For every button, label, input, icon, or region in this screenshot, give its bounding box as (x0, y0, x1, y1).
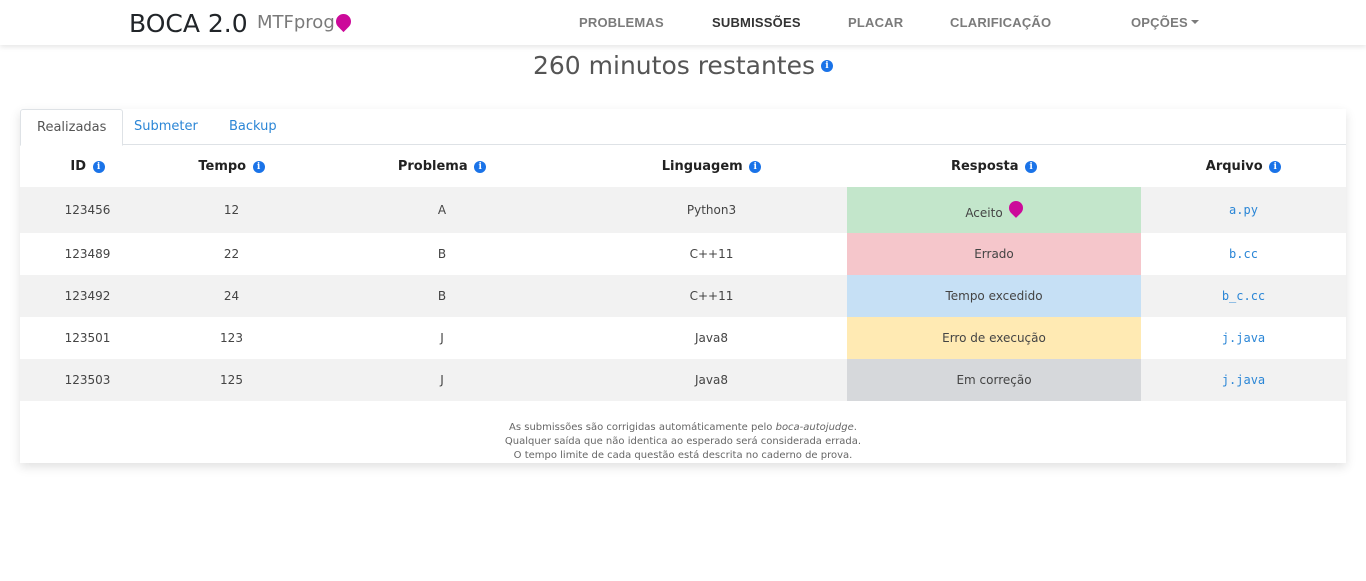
cell-linguagem: Java8 (576, 317, 847, 359)
cell-tempo: 22 (155, 233, 308, 275)
cell-resposta: Em correção (847, 359, 1141, 401)
nav-clarificacao[interactable]: CLARIFICAÇÃO (950, 15, 1051, 30)
navbar: BOCA 2.0 MTFprog PROBLEMAS SUBMISSÕES PL… (0, 0, 1366, 45)
info-icon[interactable]: i (92, 160, 105, 173)
nav-problemas[interactable]: PROBLEMAS (579, 15, 664, 30)
nav-placar[interactable]: PLACAR (848, 15, 903, 30)
table-row[interactable]: 123492 24 B C++11 Tempo excedido b_c.cc (20, 275, 1346, 317)
footer-line-1: As submissões são corrigidas automáticam… (509, 422, 857, 433)
contest-name: MTFprog (257, 10, 355, 33)
cell-problema: B (308, 275, 576, 317)
cell-problema: A (308, 187, 576, 233)
cell-problema: J (308, 317, 576, 359)
header-tempo[interactable]: Tempo i (155, 145, 308, 187)
header-id[interactable]: ID i (20, 145, 155, 187)
header-problema[interactable]: Problema i (308, 145, 576, 187)
submissions-card: Realizadas Submeter Backup ID i Tempo i … (20, 109, 1346, 463)
nav-submissoes[interactable]: SUBMISSÕES (712, 15, 801, 30)
tab-bar: Realizadas Submeter Backup (20, 109, 1346, 146)
cell-linguagem: C++11 (576, 233, 847, 275)
cell-linguagem: Java8 (576, 359, 847, 401)
cell-tempo: 123 (155, 317, 308, 359)
info-icon[interactable]: i (252, 160, 265, 173)
cell-arquivo-link[interactable]: b.cc (1141, 233, 1346, 275)
header-linguagem[interactable]: Linguagem i (576, 145, 847, 187)
cell-arquivo-link[interactable]: a.py (1141, 187, 1346, 233)
cell-arquivo-link[interactable]: j.java (1141, 317, 1346, 359)
contest-name-label: MTFprog (257, 12, 335, 33)
caret-down-icon (1190, 20, 1199, 24)
info-icon[interactable]: i (749, 160, 762, 173)
info-icon[interactable]: i (821, 60, 834, 72)
footer-line-3: O tempo limite de cada questão está desc… (513, 450, 853, 461)
cell-linguagem: C++11 (576, 275, 847, 317)
cell-tempo: 12 (155, 187, 308, 233)
header-resposta[interactable]: Resposta i (847, 145, 1141, 187)
cell-tempo: 24 (155, 275, 308, 317)
cell-resposta: Erro de execução (847, 317, 1141, 359)
cell-id: 123489 (20, 233, 155, 275)
table-row[interactable]: 123503 125 J Java8 Em correção j.java (20, 359, 1346, 401)
submissions-table: ID i Tempo i Problema i Linguagem i Resp… (20, 145, 1346, 401)
table-row[interactable]: 123501 123 J Java8 Erro de execução j.ja… (20, 317, 1346, 359)
cell-arquivo-link[interactable]: b_c.cc (1141, 275, 1346, 317)
cell-id: 123501 (20, 317, 155, 359)
balloon-icon (1005, 197, 1026, 218)
header-arquivo[interactable]: Arquivo i (1141, 145, 1346, 187)
footer-line-2: Qualquer saída que não identica ao esper… (504, 436, 862, 447)
info-icon[interactable]: i (1025, 160, 1038, 173)
info-icon[interactable]: i (474, 160, 487, 173)
resposta-label: Aceito (965, 205, 1003, 220)
cell-id: 123456 (20, 187, 155, 233)
time-remaining-text: 260 minutos restantes (532, 51, 816, 80)
cell-arquivo-link[interactable]: j.java (1141, 359, 1346, 401)
cell-resposta: Errado (847, 233, 1141, 275)
cell-problema: J (308, 359, 576, 401)
cell-problema: B (308, 233, 576, 275)
table-row[interactable]: 123489 22 B C++11 Errado b.cc (20, 233, 1346, 275)
table-row[interactable]: 123456 12 A Python3 Aceito a.py (20, 187, 1346, 233)
time-remaining: 260 minutos restantes i (0, 51, 1366, 80)
info-icon[interactable]: i (1269, 160, 1282, 173)
cell-id: 123492 (20, 275, 155, 317)
tab-backup[interactable]: Backup (213, 109, 293, 145)
tab-realizadas[interactable]: Realizadas (20, 109, 124, 146)
cell-id: 123503 (20, 359, 155, 401)
table-header: ID i Tempo i Problema i Linguagem i Resp… (20, 145, 1346, 187)
tab-submeter[interactable]: Submeter (118, 109, 214, 145)
footer-note: As submissões são corrigidas automáticam… (20, 421, 1346, 463)
nav-opcoes-dropdown[interactable]: OPÇÕES (1131, 15, 1199, 30)
cell-linguagem: Python3 (576, 187, 847, 233)
cell-resposta: Aceito (847, 187, 1141, 233)
nav-opcoes-label: OPÇÕES (1131, 15, 1188, 30)
cell-resposta: Tempo excedido (847, 275, 1141, 317)
brand-title[interactable]: BOCA 2.0 (129, 9, 248, 38)
cell-tempo: 125 (155, 359, 308, 401)
balloon-icon (332, 10, 355, 33)
